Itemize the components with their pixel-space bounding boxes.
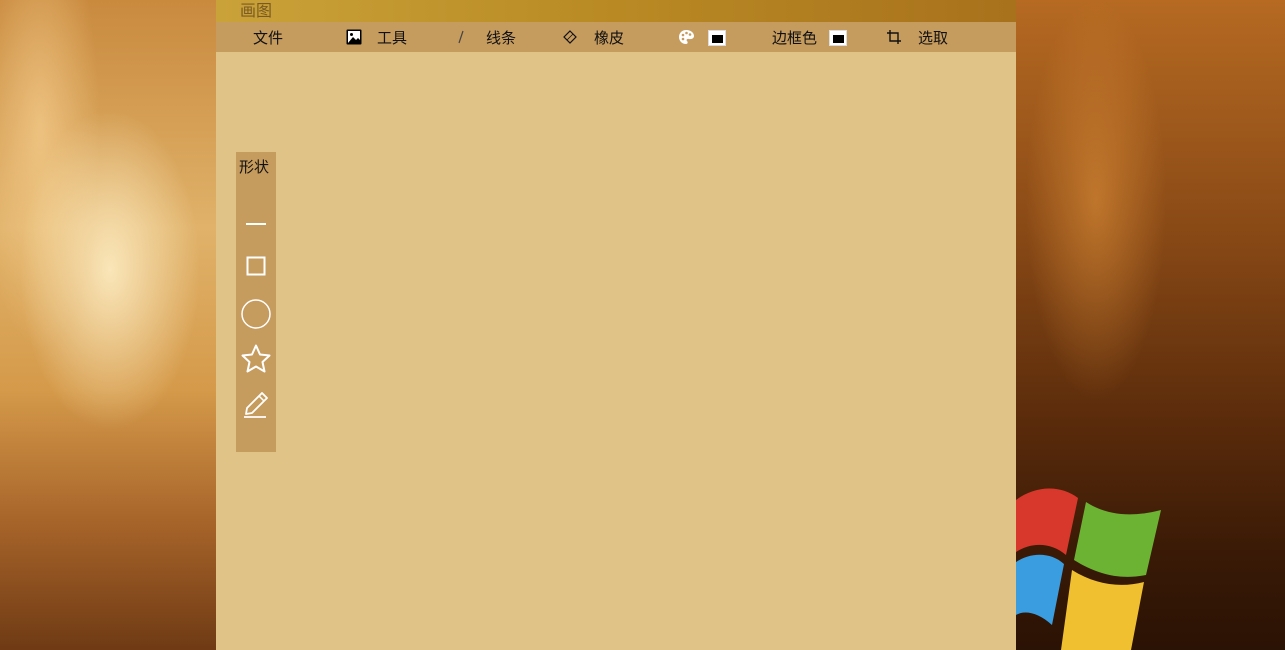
- menu-tools-label: 工具: [377, 28, 408, 47]
- shapes-label: 形状: [239, 158, 270, 176]
- menu-border-color-label: 边框色: [772, 28, 818, 47]
- image-icon: [346, 29, 362, 45]
- menu-tools[interactable]: 工具: [346, 22, 407, 52]
- menu-select[interactable]: 选取: [886, 22, 948, 52]
- menu-select-label: 选取: [918, 28, 949, 47]
- drawing-canvas[interactable]: [276, 52, 1016, 650]
- app-title: 画图: [240, 1, 273, 20]
- rectangle-shape-button[interactable]: [240, 250, 272, 282]
- crop-icon: [887, 30, 901, 44]
- menu-eraser[interactable]: 橡皮: [562, 22, 624, 52]
- windows-logo: [1016, 488, 1161, 650]
- menu-bar: 文件 工具 线条 橡皮 边框色 选取: [216, 22, 1016, 52]
- menu-fill-color[interactable]: [678, 22, 695, 52]
- menu-lines-label: 线条: [486, 28, 517, 47]
- border-color-value: [833, 35, 844, 43]
- circle-shape-button[interactable]: [240, 298, 272, 330]
- menu-lines[interactable]: 线条: [456, 22, 516, 52]
- eraser-icon: [563, 30, 577, 44]
- fill-color-value: [712, 35, 723, 43]
- menu-file-label: 文件: [253, 28, 284, 47]
- circle-icon: [241, 299, 271, 329]
- paint-app-window: 画图 文件 工具 线条 橡皮 边框色 选取 形状: [216, 0, 1016, 650]
- menu-eraser-label: 橡皮: [594, 28, 625, 47]
- pencil-shape-button[interactable]: [240, 388, 272, 420]
- line-icon: [246, 223, 266, 225]
- rectangle-icon: [246, 256, 266, 276]
- pencil-icon: [244, 392, 268, 418]
- border-color-swatch[interactable]: [829, 30, 847, 46]
- star-icon: [241, 344, 271, 373]
- wallpaper-left: [0, 0, 216, 650]
- palette-icon: [679, 30, 694, 44]
- title-bar: 画图: [216, 0, 1016, 22]
- line-slash-icon: [458, 30, 464, 44]
- line-shape-button[interactable]: [240, 208, 272, 240]
- star-shape-button[interactable]: [240, 343, 272, 375]
- menu-file[interactable]: 文件: [253, 22, 283, 52]
- menu-border-color[interactable]: 边框色: [772, 22, 817, 52]
- fill-color-swatch[interactable]: [708, 30, 726, 46]
- shapes-panel: 形状: [236, 152, 276, 452]
